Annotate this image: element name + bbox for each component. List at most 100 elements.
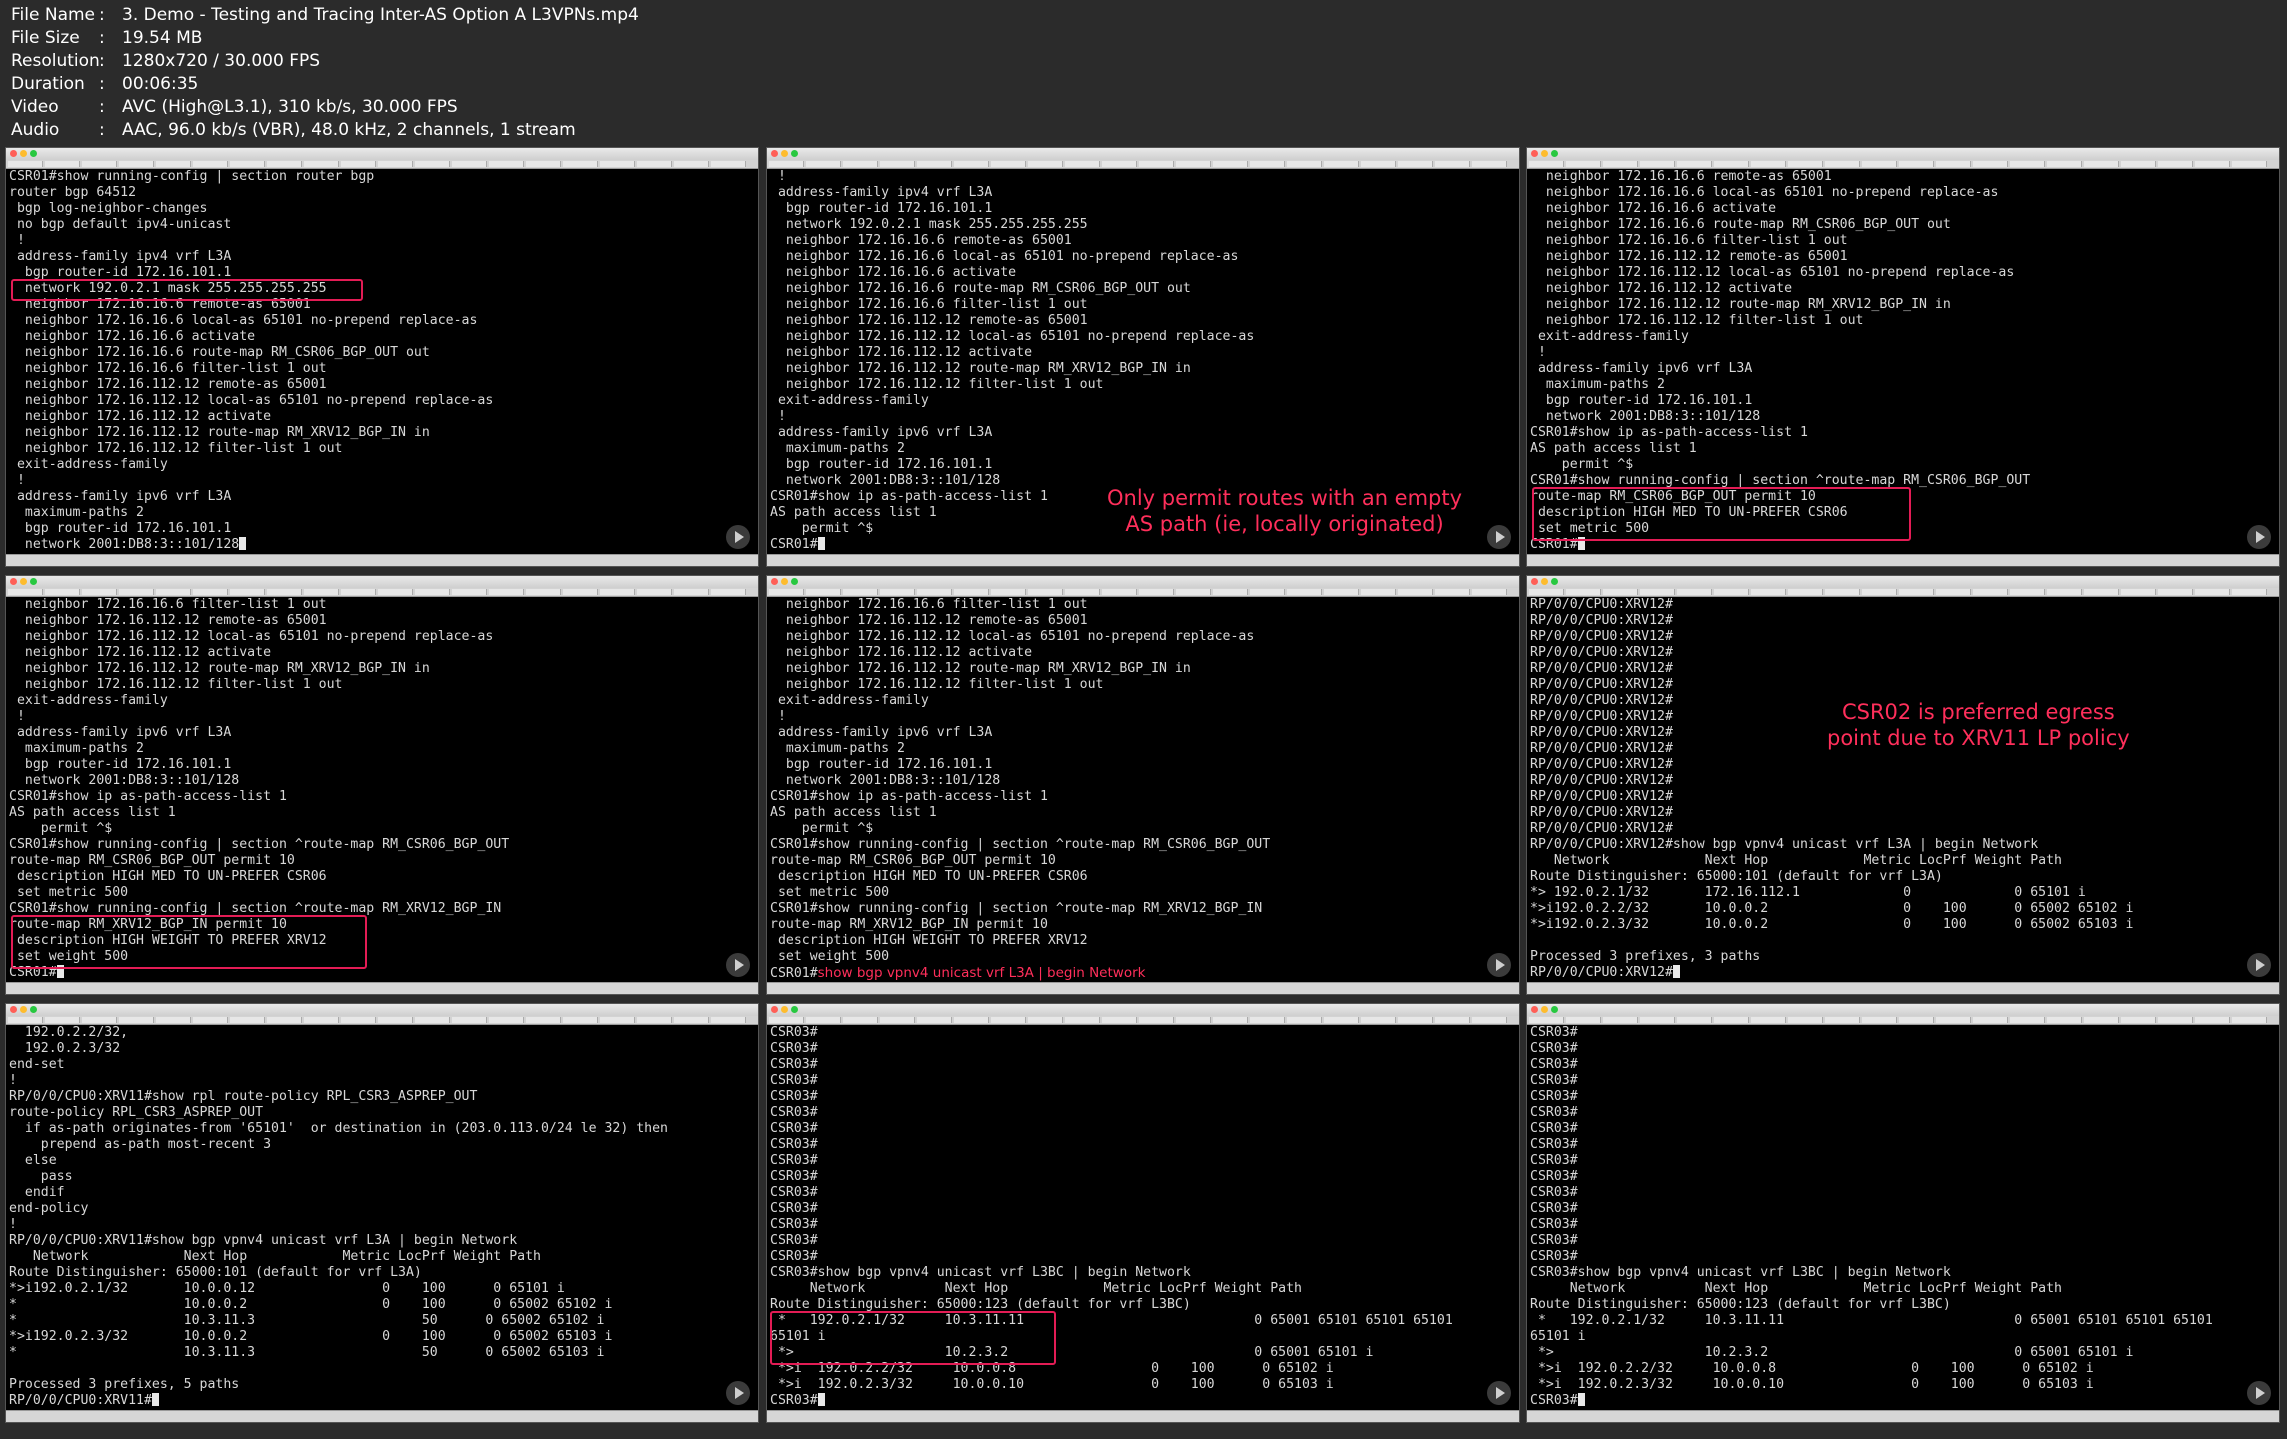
close-window-icon[interactable] [1531, 150, 1538, 157]
terminal-tab[interactable] [230, 589, 265, 595]
terminal-tab[interactable] [1640, 1017, 1675, 1023]
terminal-tab[interactable] [1529, 1017, 1564, 1023]
terminal-tab[interactable] [769, 161, 804, 167]
terminal-tab[interactable] [341, 1017, 376, 1023]
zoom-window-icon[interactable] [791, 1006, 798, 1013]
terminal-tab[interactable] [2010, 589, 2045, 595]
terminal-tab[interactable] [1751, 589, 1786, 595]
terminal-tab[interactable] [1250, 589, 1285, 595]
terminal-tab[interactable] [1250, 161, 1285, 167]
terminal-tab[interactable] [119, 589, 154, 595]
zoom-window-icon[interactable] [30, 1006, 37, 1013]
terminal-tab[interactable] [1324, 161, 1359, 167]
terminal-tab[interactable] [2047, 589, 2082, 595]
terminal-tab[interactable] [2232, 161, 2267, 167]
terminal-tab[interactable] [1139, 589, 1174, 595]
terminal-tab[interactable] [600, 589, 635, 595]
terminal-tab[interactable] [1213, 1017, 1248, 1023]
terminal-tab[interactable] [489, 589, 524, 595]
terminal-tab[interactable] [1788, 1017, 1823, 1023]
terminal-output[interactable]: CSR03# CSR03# CSR03# CSR03# CSR03# CSR03# CSR0… [1530, 1025, 2276, 1410]
terminal-tab[interactable] [1566, 589, 1601, 595]
terminal-tab[interactable] [2158, 161, 2193, 167]
close-window-icon[interactable] [10, 578, 17, 585]
play-icon[interactable] [1487, 1381, 1511, 1405]
terminal-tab[interactable] [1472, 1017, 1507, 1023]
terminal-tab[interactable] [917, 589, 952, 595]
terminal-tab[interactable] [156, 161, 191, 167]
zoom-window-icon[interactable] [791, 150, 798, 157]
terminal-tab[interactable] [193, 1017, 228, 1023]
terminal-tab[interactable] [991, 161, 1026, 167]
minimize-window-icon[interactable] [781, 578, 788, 585]
terminal-tab[interactable] [1973, 1017, 2008, 1023]
close-window-icon[interactable] [771, 150, 778, 157]
terminal-tab[interactable] [1213, 161, 1248, 167]
terminal-tab[interactable] [991, 589, 1026, 595]
terminal-tab[interactable] [1640, 589, 1675, 595]
terminal-tab[interactable] [711, 589, 746, 595]
terminal-tab[interactable] [378, 589, 413, 595]
terminal-tab[interactable] [1825, 1017, 1860, 1023]
terminal-tab[interactable] [2084, 1017, 2119, 1023]
terminal-tab[interactable] [378, 161, 413, 167]
terminal-tab[interactable] [1028, 161, 1063, 167]
terminal-tab[interactable] [156, 1017, 191, 1023]
terminal-tab[interactable] [1028, 1017, 1063, 1023]
terminal-tab[interactable] [82, 161, 117, 167]
terminal-tab[interactable] [2195, 1017, 2230, 1023]
terminal-tab[interactable] [1788, 589, 1823, 595]
terminal-tab[interactable] [1398, 161, 1433, 167]
minimize-window-icon[interactable] [1541, 150, 1548, 157]
terminal-tab[interactable] [1176, 589, 1211, 595]
terminal-tab[interactable] [563, 589, 598, 595]
terminal-tab[interactable] [769, 1017, 804, 1023]
terminal-tab[interactable] [843, 161, 878, 167]
terminal-tab[interactable] [1361, 161, 1396, 167]
terminal-tab[interactable] [2158, 589, 2193, 595]
terminal-tab[interactable] [526, 161, 561, 167]
terminal-tab[interactable] [1102, 1017, 1137, 1023]
terminal-tab[interactable] [1176, 161, 1211, 167]
zoom-window-icon[interactable] [30, 150, 37, 157]
terminal-tab[interactable] [82, 1017, 117, 1023]
terminal-tab[interactable] [1176, 1017, 1211, 1023]
terminal-output[interactable]: CSR01#show running-config | section rout… [9, 169, 755, 554]
terminal-tab[interactable] [45, 589, 80, 595]
terminal-tab[interactable] [1566, 161, 1601, 167]
terminal-tab[interactable] [1102, 161, 1137, 167]
terminal-tab[interactable] [674, 1017, 709, 1023]
terminal-tab[interactable] [880, 161, 915, 167]
zoom-window-icon[interactable] [1551, 150, 1558, 157]
terminal-tab[interactable] [526, 589, 561, 595]
terminal-tab[interactable] [991, 1017, 1026, 1023]
terminal-tab[interactable] [1640, 161, 1675, 167]
terminal-tab[interactable] [1825, 161, 1860, 167]
close-window-icon[interactable] [771, 578, 778, 585]
terminal-tab[interactable] [119, 1017, 154, 1023]
terminal-tab[interactable] [880, 589, 915, 595]
terminal-tab[interactable] [806, 1017, 841, 1023]
terminal-tab[interactable] [1287, 1017, 1322, 1023]
terminal-tab[interactable] [82, 589, 117, 595]
terminal-tab[interactable] [230, 161, 265, 167]
terminal-tab[interactable] [1862, 589, 1897, 595]
terminal-tab[interactable] [2121, 161, 2156, 167]
minimize-window-icon[interactable] [20, 578, 27, 585]
terminal-tab[interactable] [1529, 589, 1564, 595]
play-icon[interactable] [726, 1381, 750, 1405]
minimize-window-icon[interactable] [20, 150, 27, 157]
close-window-icon[interactable] [771, 1006, 778, 1013]
zoom-window-icon[interactable] [30, 578, 37, 585]
terminal-tab[interactable] [1361, 589, 1396, 595]
terminal-tab[interactable] [1065, 589, 1100, 595]
play-icon[interactable] [2247, 525, 2271, 549]
terminal-tab[interactable] [193, 161, 228, 167]
play-icon[interactable] [2247, 1381, 2271, 1405]
terminal-tab[interactable] [1529, 161, 1564, 167]
terminal-tab[interactable] [2232, 1017, 2267, 1023]
terminal-tab[interactable] [1102, 589, 1137, 595]
terminal-tab[interactable] [230, 1017, 265, 1023]
terminal-tab[interactable] [2047, 161, 2082, 167]
terminal-tab[interactable] [1065, 1017, 1100, 1023]
